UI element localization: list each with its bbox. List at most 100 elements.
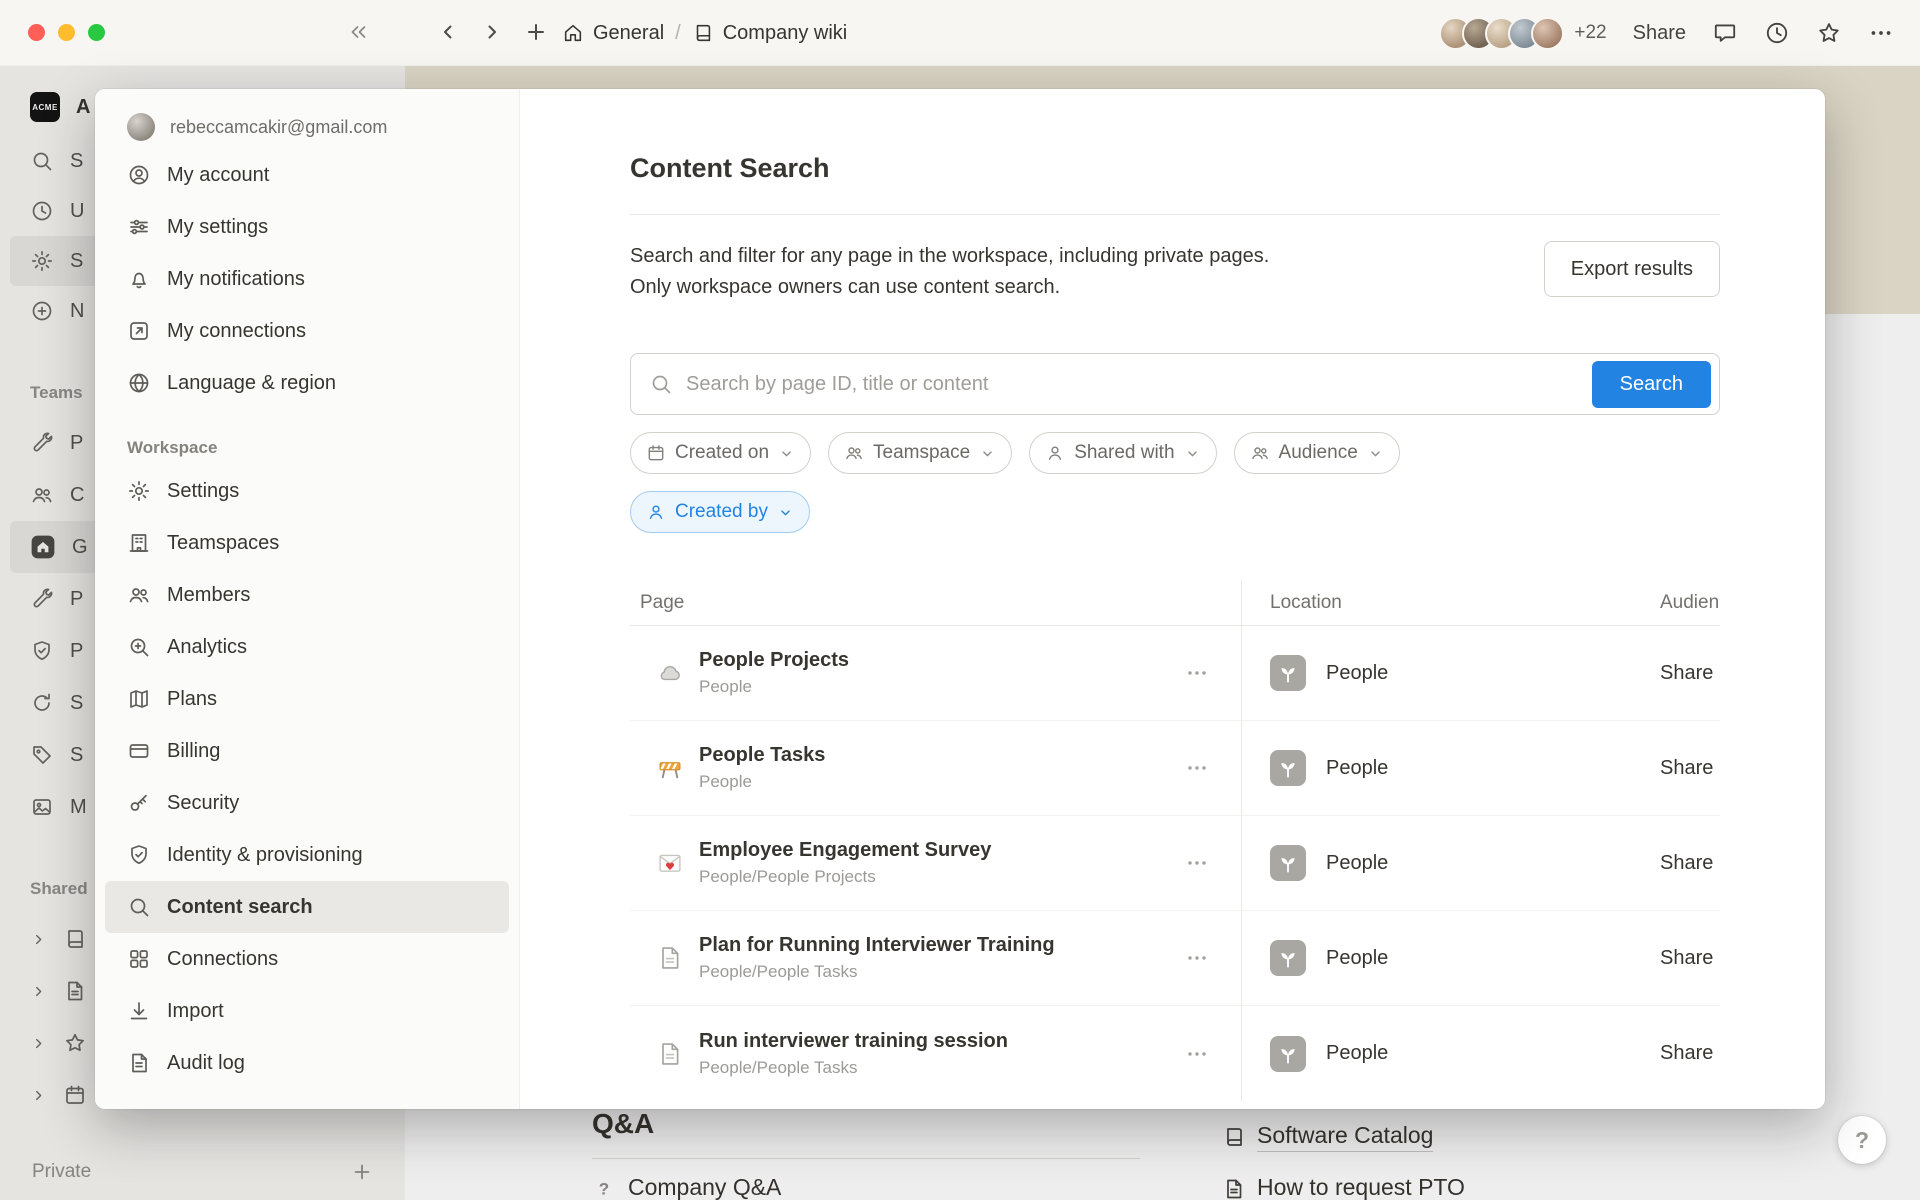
- row-more-icon[interactable]: [1185, 851, 1209, 875]
- window-titlebar: General / Company wiki +22 Share: [0, 0, 1920, 66]
- settings-nav-item-content-search[interactable]: Content search: [105, 881, 509, 933]
- audience-cell: Share: [1660, 852, 1720, 875]
- chevron-down-icon: [979, 445, 996, 462]
- back-icon[interactable]: [436, 20, 460, 44]
- nav-item-label: Analytics: [167, 636, 247, 659]
- collapse-sidebar-icon[interactable]: [346, 20, 370, 44]
- breadcrumb-teamspace[interactable]: General: [593, 22, 664, 45]
- settings-nav-item-import[interactable]: Import: [105, 985, 509, 1037]
- filter-created-on[interactable]: Created on: [630, 432, 811, 474]
- settings-modal: rebeccamcakir@gmail.com My account My se…: [95, 89, 1825, 1109]
- row-more-icon[interactable]: [1185, 661, 1209, 685]
- chevron-down-icon: [777, 504, 794, 521]
- settings-nav-item-my-notifications[interactable]: My notifications: [105, 253, 509, 305]
- settings-nav-item-language-region[interactable]: Language & region: [105, 357, 509, 409]
- table-header: Page Location Audience: [630, 580, 1720, 626]
- table-row[interactable]: Plan for Running Interviewer Training Pe…: [630, 911, 1720, 1006]
- audience-cell: Share: [1660, 757, 1720, 780]
- share-button[interactable]: Share: [1633, 22, 1686, 45]
- page-title-cell[interactable]: People Tasks: [699, 744, 825, 767]
- settings-nav-item-my-settings[interactable]: My settings: [105, 201, 509, 253]
- nav-item-label: Settings: [167, 480, 239, 503]
- settings-nav-item-analytics[interactable]: Analytics: [105, 621, 509, 673]
- breadcrumb-page[interactable]: Company wiki: [723, 22, 847, 45]
- more-options-icon[interactable]: [1868, 20, 1894, 46]
- people-icon: [1250, 443, 1270, 463]
- nav-item-label: My connections: [167, 320, 306, 343]
- chevron-down-icon: [1184, 445, 1201, 462]
- settings-nav-item-audit-log[interactable]: Audit log: [105, 1037, 509, 1089]
- teamspace-badge: [1270, 750, 1306, 786]
- export-results-button[interactable]: Export results: [1544, 241, 1720, 297]
- content-search-panel: Content Search Search and filter for any…: [520, 89, 1825, 1109]
- person-circle-icon: [127, 163, 151, 187]
- row-more-icon[interactable]: [1185, 1042, 1209, 1066]
- help-button[interactable]: ?: [1838, 1116, 1886, 1164]
- settings-nav-item-teamspaces[interactable]: Teamspaces: [105, 517, 509, 569]
- content-search-input[interactable]: [686, 373, 1579, 396]
- settings-nav-item-members[interactable]: Members: [105, 569, 509, 621]
- filter-created-by[interactable]: Created by: [630, 491, 810, 533]
- filter-shared-with[interactable]: Shared with: [1029, 432, 1216, 474]
- titlebar-actions: +22 Share: [1439, 0, 1894, 66]
- filter-audience[interactable]: Audience: [1234, 432, 1400, 474]
- table-row[interactable]: Run interviewer training session People/…: [630, 1006, 1720, 1101]
- chevron-down-icon: [1367, 445, 1384, 462]
- table-row[interactable]: People Tasks People People Share: [630, 721, 1720, 816]
- nav-item-label: My notifications: [167, 268, 305, 291]
- account-email-row: rebeccamcakir@gmail.com: [95, 105, 519, 149]
- nav-item-label: Billing: [167, 740, 220, 763]
- gear-icon: [127, 479, 151, 503]
- credit-card-icon: [127, 739, 151, 763]
- building-icon: [127, 531, 151, 555]
- settings-nav-item-connections[interactable]: Connections: [105, 933, 509, 985]
- page-title-cell[interactable]: Run interviewer training session: [699, 1030, 1008, 1053]
- row-more-icon[interactable]: [1185, 756, 1209, 780]
- minimize-window-button[interactable]: [58, 24, 75, 41]
- teamspace-badge: [1270, 1036, 1306, 1072]
- audit-doc-icon: [127, 1051, 151, 1075]
- column-divider: [1241, 580, 1242, 1101]
- settings-nav-item-plans[interactable]: Plans: [105, 673, 509, 725]
- nav-item-label: My settings: [167, 216, 268, 239]
- page-title-cell[interactable]: Plan for Running Interviewer Training: [699, 934, 1055, 957]
- forward-icon[interactable]: [480, 20, 504, 44]
- settings-nav-item-billing[interactable]: Billing: [105, 725, 509, 777]
- person-icon: [646, 502, 666, 522]
- close-window-button[interactable]: [28, 24, 45, 41]
- active-filter-row: Created by: [630, 491, 1825, 533]
- settings-nav-item-security[interactable]: Security: [105, 777, 509, 829]
- settings-nav-item-identity-provisioning[interactable]: Identity & provisioning: [105, 829, 509, 881]
- audience-cell: Share: [1660, 947, 1720, 970]
- sliders-icon: [127, 215, 151, 239]
- filter-teamspace[interactable]: Teamspace: [828, 432, 1012, 474]
- settings-nav-item-my-account[interactable]: My account: [105, 149, 509, 201]
- updates-history-icon[interactable]: [1764, 20, 1790, 46]
- page-title-cell[interactable]: People Projects: [699, 649, 849, 672]
- settings-nav-item-my-connections[interactable]: My connections: [105, 305, 509, 357]
- zoom-window-button[interactable]: [88, 24, 105, 41]
- table-row[interactable]: People Projects People People Share: [630, 626, 1720, 721]
- new-tab-icon[interactable]: [524, 20, 548, 44]
- globe-icon: [127, 371, 151, 395]
- arrow-up-right-box-icon: [127, 319, 151, 343]
- nav-item-label: Connections: [167, 948, 278, 971]
- page-title-cell[interactable]: Employee Engagement Survey: [699, 839, 991, 862]
- teamspace-badge: [1270, 655, 1306, 691]
- row-more-icon[interactable]: [1185, 946, 1209, 970]
- document-page-icon: [656, 1040, 684, 1068]
- comments-icon[interactable]: [1712, 20, 1738, 46]
- filter-label: Shared with: [1074, 442, 1174, 464]
- favorite-star-icon[interactable]: [1816, 20, 1842, 46]
- import-icon: [127, 999, 151, 1023]
- settings-nav-item-settings[interactable]: Settings: [105, 465, 509, 517]
- search-button[interactable]: Search: [1592, 361, 1711, 408]
- location-cell: People: [1326, 1042, 1388, 1065]
- member-avatars[interactable]: +22: [1439, 17, 1606, 50]
- page-path: People: [699, 772, 825, 792]
- bell-icon: [127, 267, 151, 291]
- nav-item-label: Members: [167, 584, 250, 607]
- table-row[interactable]: Employee Engagement Survey People/People…: [630, 816, 1720, 911]
- nav-item-label: Content search: [167, 896, 313, 919]
- sprout-icon: [1276, 661, 1300, 685]
